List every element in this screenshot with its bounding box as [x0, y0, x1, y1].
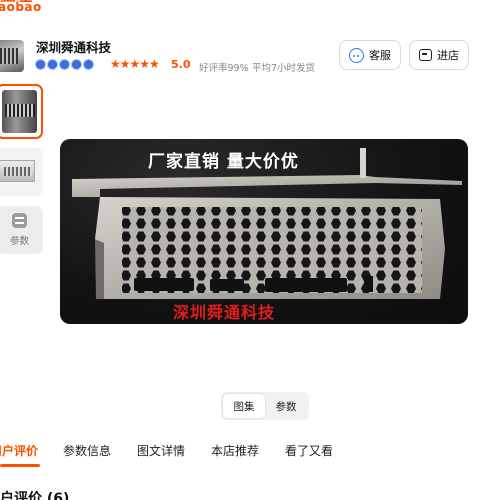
tab-reviews[interactable]: 用户评价 — [0, 442, 38, 459]
shop-name[interactable]: 深圳舜通科技 — [36, 37, 111, 56]
image-caption-bottom: 深圳舜通科技 — [173, 303, 276, 322]
positive-rate: 好评率99% — [199, 63, 249, 74]
params-icon — [12, 213, 27, 228]
thumbnail-1-selected[interactable] — [0, 84, 43, 139]
thumbnail-params[interactable]: 参数 — [0, 206, 43, 254]
store-icon — [419, 49, 432, 61]
avg-ship-time: 平均7小时发货 — [252, 63, 316, 74]
tab-store-recommend[interactable]: 本店推荐 — [211, 442, 259, 459]
product-page: 淘宝 aobao 深圳舜通科技 ★★★★★ 5.0 好评率99% 平均7小时发货… — [0, 0, 500, 500]
tab-params[interactable]: 参数信息 — [63, 442, 111, 459]
tab-also-viewed[interactable]: 看了又看 — [285, 442, 333, 459]
active-tab-indicator — [0, 464, 40, 467]
toggle-gallery[interactable]: 图集 — [223, 394, 265, 418]
main-product-image[interactable]: 厂家直销 量大价优 深圳舜通科技 — [60, 139, 468, 324]
thumbnail-2[interactable] — [0, 148, 43, 196]
thumbnail-params-label: 参数 — [9, 236, 29, 247]
blue-crown-icon — [71, 59, 82, 70]
taobao-logo[interactable]: 淘宝 aobao — [0, 0, 42, 13]
customer-service-button[interactable]: 客服 — [339, 40, 401, 70]
blue-crown-icon — [47, 59, 58, 70]
enter-store-label: 进店 — [437, 49, 459, 62]
shop-rank-icons — [35, 59, 94, 70]
thumbnail-image — [2, 90, 37, 133]
shop-score: 5.0 — [171, 58, 191, 71]
shop-avatar[interactable] — [0, 40, 24, 72]
toggle-params[interactable]: 参数 — [265, 394, 307, 418]
rating-stars-icon: ★★★★★ — [110, 57, 160, 71]
gallery-params-toggle: 图集 参数 — [221, 392, 309, 420]
blue-crown-icon — [59, 59, 70, 70]
logo-en: aobao — [0, 0, 42, 14]
enter-store-button[interactable]: 进店 — [409, 40, 469, 70]
tab-details[interactable]: 图文详情 — [137, 442, 185, 459]
image-caption-top: 厂家直销 量大价优 — [148, 152, 299, 172]
reviews-heading: 用户评价 (6) — [0, 491, 70, 500]
customer-service-label: 客服 — [369, 49, 391, 62]
chat-bubble-icon — [349, 47, 364, 63]
blue-crown-icon — [83, 59, 94, 70]
detail-tabs: 用户评价 参数信息 图文详情 本店推荐 看了又看 — [0, 442, 500, 467]
blue-crown-icon — [35, 59, 46, 70]
thumbnail-image — [0, 160, 35, 182]
